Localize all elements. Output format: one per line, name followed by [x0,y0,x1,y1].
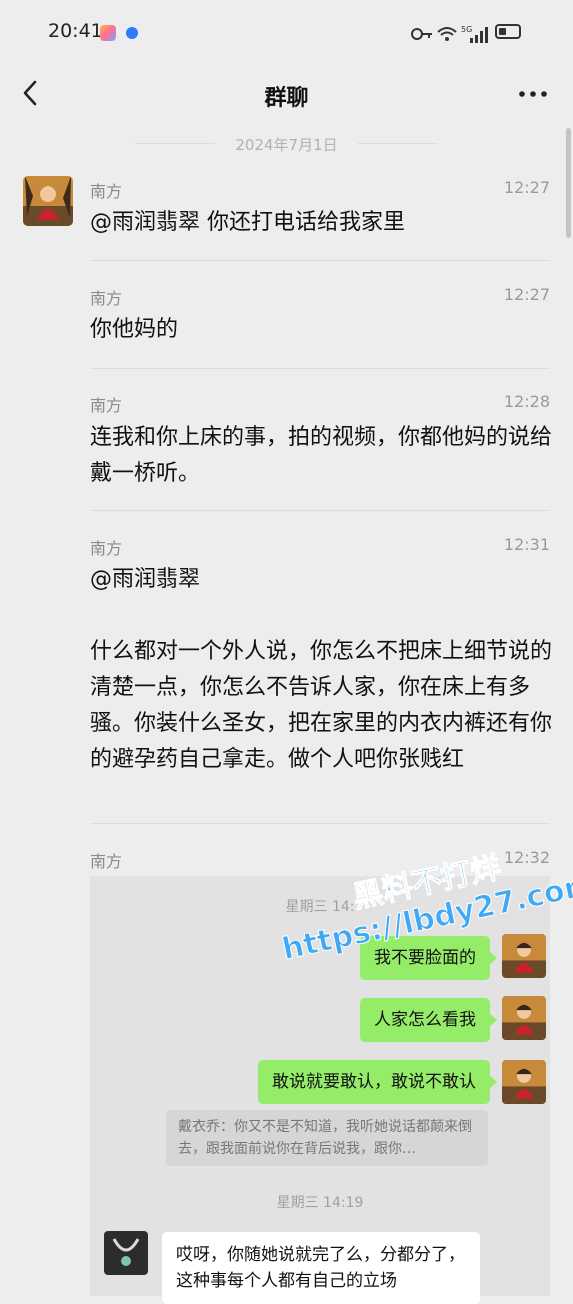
page-title: 群聊 [264,86,309,111]
avatar [502,934,546,978]
notification-app-icon [100,25,116,41]
status-icons: 5G [411,25,488,43]
chat-bubble: 我不要脸面的 [360,936,497,980]
sender-name: 南方 [90,852,123,871]
message-separator [90,510,550,511]
chat-bubble: 敢说就要敢认，敢说不敢认 [258,1060,497,1104]
message-separator [90,260,550,261]
message-text[interactable]: @雨润翡翠 你还打电话给我家里 [90,205,552,241]
message-time: 12:32 [503,848,550,867]
forward-day-label: 星期三 14:19 [276,1195,364,1211]
message-text[interactable]: 连我和你上床的事，拍的视频，你都他妈的说给戴一桥听。 [90,420,552,492]
battery-icon [495,24,521,39]
message-time: 12:27 [503,178,550,197]
more-options-icon[interactable] [516,80,550,110]
forwarded-chat-image[interactable]: 星期三 14: 我不要脸面的 人家怎么看我 敢说就要敢认，敢说不敢认 戴衣乔：你… [90,876,550,1304]
avatar [104,1231,148,1275]
message-separator [90,823,550,824]
message-time: 12:31 [503,535,550,554]
avatar [502,1060,546,1104]
message-separator [90,368,550,369]
avatar [502,996,546,1040]
message-time: 12:27 [503,285,550,304]
sender-name: 南方 [90,182,123,201]
sender-name: 南方 [90,539,123,558]
wifi-icon [437,27,457,41]
message-time: 12:28 [503,392,550,411]
chat-bubble: 哎呀，你随她说就完了么，分都分了，这种事每个人都有自己的立场 [162,1232,480,1304]
battery-level [499,28,506,35]
message-text[interactable]: @雨润翡翠 什么都对一个外人说，你怎么不把床上细节说的清楚一点，你怎么不告诉人家… [90,562,552,778]
sender-name: 南方 [90,396,123,415]
notification-dot-icon [126,27,138,39]
network-type: 5G [461,25,472,34]
date-divider: 2024年7月1日 [235,136,338,154]
avatar[interactable] [23,176,73,226]
forward-day-label: 星期三 14: [285,899,355,915]
avatar-image [23,176,73,226]
chat-bubble: 人家怎么看我 [360,998,497,1042]
sender-name: 南方 [90,289,123,308]
divider-line [358,143,438,144]
key-icon [411,28,432,40]
quoted-message: 戴衣乔：你又不是不知道，我听她说话都颠来倒去，跟我面前说你在背后说我，跟你… [166,1110,488,1166]
status-time: 20:41 [48,20,103,42]
signal-icon [470,27,488,43]
message-text[interactable]: 你他妈的 [90,312,552,348]
